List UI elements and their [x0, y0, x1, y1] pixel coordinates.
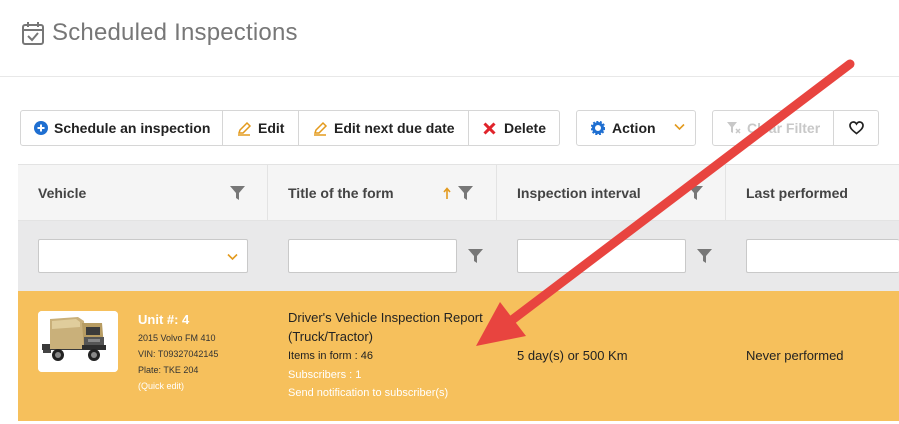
column-header-last-performed[interactable]: Last performed: [726, 165, 899, 221]
clear-filter-label: Clear Filter: [747, 120, 821, 136]
vehicle-image: [38, 311, 118, 372]
filter-row: [18, 221, 899, 291]
delete-button[interactable]: Delete: [469, 111, 559, 145]
column-label-vehicle: Vehicle: [38, 185, 87, 201]
page-header: Scheduled Inspections: [0, 0, 899, 77]
action-button[interactable]: Action: [577, 111, 695, 145]
last-performed-filter-input[interactable]: [746, 239, 899, 273]
schedule-inspection-label: Schedule an inspection: [54, 120, 211, 136]
chevron-down-icon: [674, 123, 685, 131]
funnel-icon[interactable]: [697, 248, 712, 263]
plus-circle-icon: [34, 120, 48, 136]
gear-icon: [590, 120, 606, 136]
inspections-grid: Vehicle Title of the form Inspection int…: [18, 164, 899, 421]
edit-next-due-date-button[interactable]: Edit next due date: [299, 111, 469, 145]
schedule-inspection-button[interactable]: Schedule an inspection: [21, 111, 223, 145]
clear-filter-button[interactable]: Clear Filter: [713, 111, 834, 145]
funnel-icon[interactable]: [468, 248, 483, 263]
edit-button[interactable]: Edit: [223, 111, 299, 145]
send-notification-link[interactable]: Send notification to subscriber(s): [288, 387, 448, 399]
vehicle-filter-select[interactable]: [38, 239, 248, 273]
calendar-check-icon: [22, 22, 44, 45]
vehicle-model: 2015 Volvo FM 410: [138, 333, 216, 343]
last-performed-value: Never performed: [746, 348, 844, 363]
pencil-icon: [236, 120, 252, 136]
chevron-down-icon: [227, 253, 238, 261]
funnel-icon[interactable]: [230, 185, 245, 200]
column-label-form-title: Title of the form: [288, 185, 394, 201]
delete-label: Delete: [503, 120, 546, 136]
column-header-form-title[interactable]: Title of the form: [268, 165, 497, 221]
vehicle-plate: Plate: TKE 204: [138, 365, 199, 375]
funnel-icon[interactable]: [458, 185, 473, 200]
favorite-button[interactable]: [834, 111, 878, 145]
edit-label: Edit: [258, 120, 285, 136]
arrow-up-icon: [443, 187, 451, 199]
heart-icon: [848, 121, 864, 135]
table-row[interactable]: Unit #: 4 2015 Volvo FM 410 VIN: T093270…: [18, 291, 899, 421]
column-label-interval: Inspection interval: [517, 185, 641, 201]
quick-edit-link[interactable]: (Quick edit): [138, 381, 184, 391]
filter-actions-group: Clear Filter: [712, 110, 879, 146]
column-header-interval[interactable]: Inspection interval: [497, 165, 726, 221]
x-icon: [482, 120, 498, 136]
items-in-form: Items in form : 46: [288, 350, 373, 362]
unit-number: Unit #: 4: [138, 312, 190, 327]
filter-clear-icon: [726, 120, 741, 136]
edit-next-due-date-label: Edit next due date: [334, 120, 455, 136]
subscribers-count: Subscribers : 1: [288, 369, 362, 381]
action-label: Action: [612, 120, 656, 136]
primary-actions-group: Schedule an inspection Edit Edit next du…: [20, 110, 560, 146]
inspection-interval-value: 5 day(s) or 500 Km: [517, 348, 628, 363]
page-title: Scheduled Inspections: [52, 19, 298, 46]
form-title[interactable]: Driver's Vehicle Inspection Report (Truc…: [288, 308, 498, 346]
form-title-filter-input[interactable]: [288, 239, 457, 273]
truck-icon: [38, 311, 118, 372]
action-dropdown[interactable]: Action: [576, 110, 696, 146]
column-header-vehicle[interactable]: Vehicle: [18, 165, 268, 221]
grid-header: Vehicle Title of the form Inspection int…: [18, 164, 899, 221]
interval-filter-input[interactable]: [517, 239, 686, 273]
pencil-icon: [312, 120, 328, 136]
vehicle-vin: VIN: T09327042145: [138, 349, 219, 359]
column-label-last-performed: Last performed: [746, 185, 848, 201]
funnel-icon[interactable]: [688, 185, 703, 200]
